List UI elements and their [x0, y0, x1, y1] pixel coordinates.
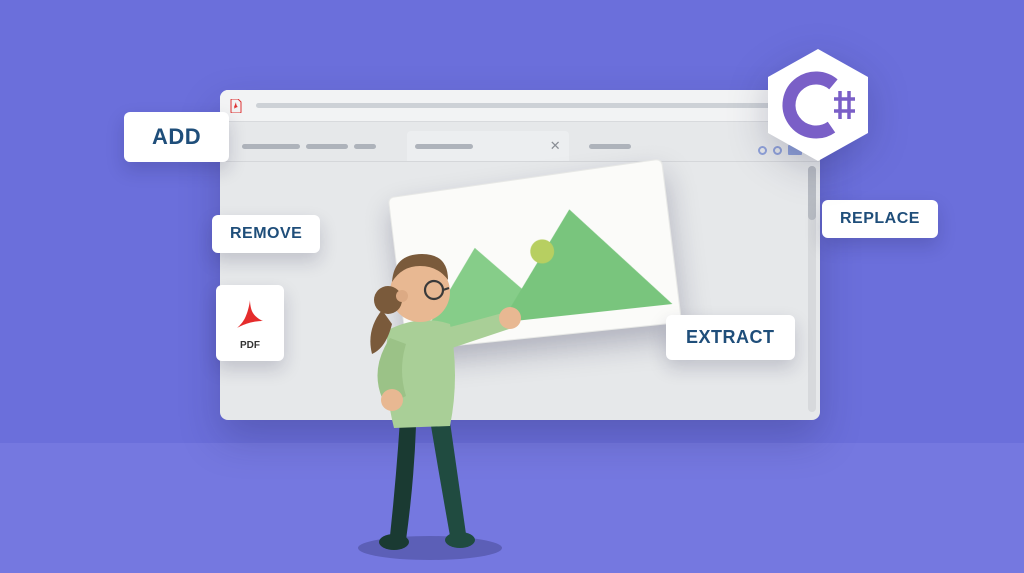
pdf-mini-icon [230, 99, 242, 113]
person-illustration [310, 220, 530, 560]
tab-active: ✕ [407, 131, 568, 161]
close-icon: ✕ [550, 138, 561, 154]
label-remove: REMOVE [212, 215, 320, 253]
tab-bar: ✕ [220, 122, 820, 162]
browser-titlebar [220, 90, 820, 122]
label-extract: EXTRACT [666, 315, 795, 360]
url-bar [256, 103, 774, 108]
pdf-badge-text: PDF [240, 340, 260, 351]
scrollbar [808, 166, 816, 412]
label-replace: REPLACE [822, 200, 938, 238]
csharp-hex-icon [758, 45, 878, 165]
tab [234, 131, 395, 161]
pdf-icon [233, 296, 267, 336]
pdf-badge: PDF [216, 285, 284, 361]
label-add: ADD [124, 112, 229, 162]
tab [581, 131, 742, 161]
